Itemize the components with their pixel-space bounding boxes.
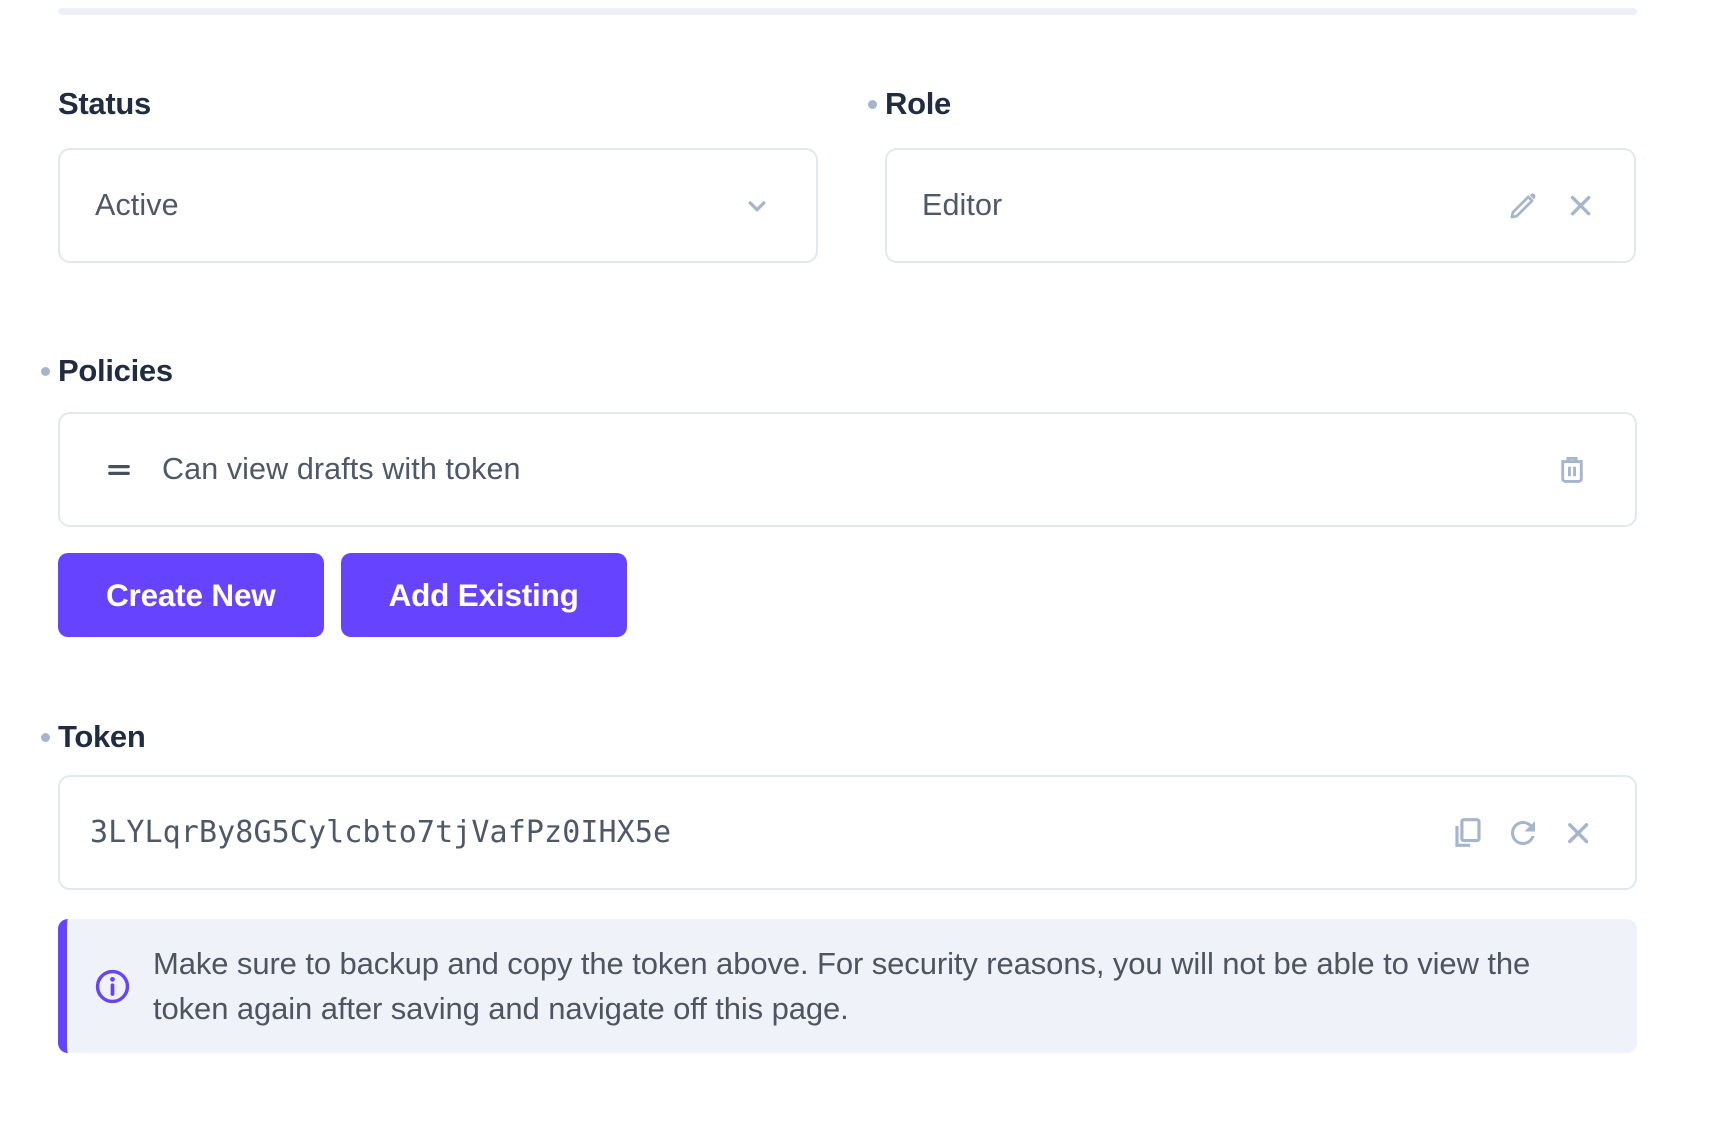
notice-message: Make sure to backup and copy the token a… — [153, 941, 1601, 1031]
status-value: Active — [95, 188, 179, 223]
required-dot — [41, 367, 50, 376]
role-label: Role — [885, 85, 951, 123]
edit-pencil-icon[interactable] — [1506, 189, 1540, 223]
status-select[interactable]: Active — [58, 148, 818, 263]
chevron-down-icon[interactable] — [742, 191, 772, 221]
required-dot — [41, 733, 50, 742]
deselect-x-icon[interactable] — [1564, 189, 1597, 222]
policy-item-title: Can view drafts with token — [162, 452, 521, 487]
policies-label: Policies — [58, 352, 173, 390]
status-role-row: Status Active Role Editor — [58, 85, 1637, 263]
add-existing-button[interactable]: Add Existing — [341, 553, 627, 637]
status-label: Status — [58, 85, 151, 123]
clear-x-icon[interactable] — [1561, 816, 1595, 850]
trash-icon[interactable] — [1554, 452, 1590, 488]
token-input[interactable]: 3LYLqrBy8G5Cylcbto7tjVafPz0IHX5e — [58, 775, 1637, 890]
policy-list-item[interactable]: Can view drafts with token — [58, 412, 1637, 527]
regenerate-icon[interactable] — [1505, 815, 1541, 851]
role-field-group: Role Editor — [885, 85, 1636, 263]
token-label: Token — [58, 718, 146, 756]
required-dot — [868, 100, 877, 109]
token-value: 3LYLqrBy8G5Cylcbto7tjVafPz0IHX5e — [90, 815, 671, 850]
top-divider — [58, 8, 1637, 15]
status-field-group: Status Active — [58, 85, 818, 263]
token-edit-form: Status Active Role Editor — [0, 8, 1736, 1132]
info-icon — [93, 967, 132, 1006]
drag-handle-icon[interactable] — [102, 453, 136, 487]
policy-actions: Create New Add Existing — [58, 553, 1637, 637]
create-new-button[interactable]: Create New — [58, 553, 324, 637]
copy-icon[interactable] — [1447, 814, 1485, 852]
role-value: Editor — [922, 188, 1002, 223]
role-input[interactable]: Editor — [885, 148, 1636, 263]
token-backup-notice: Make sure to backup and copy the token a… — [58, 919, 1637, 1053]
